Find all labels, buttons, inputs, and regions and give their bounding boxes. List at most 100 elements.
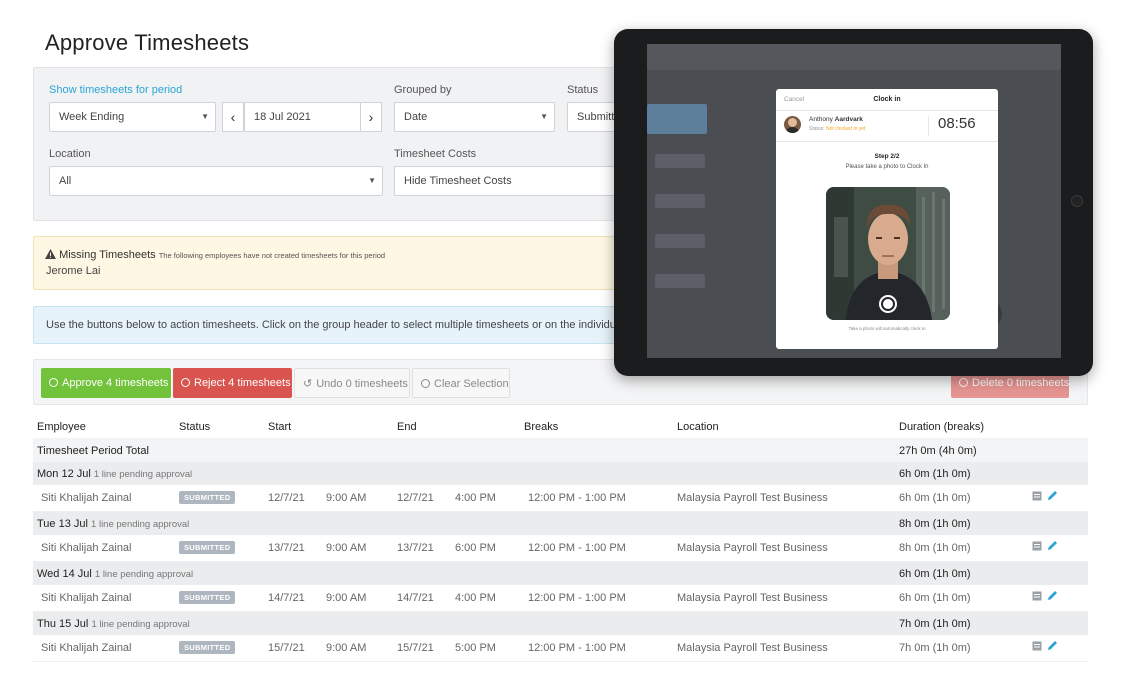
row-employee: Siti Khalijah Zainal [41,592,132,604]
modal-title: Clock in [873,96,901,103]
undo-button[interactable]: ↺ Undo 0 timesheets [294,368,410,398]
clear-label: Clear Selection [434,378,509,390]
time-divider [928,116,929,136]
note-icon[interactable] [1032,491,1042,504]
user-status-value: Not clocked in yet [825,126,866,132]
chevron-down-icon: ▼ [540,112,548,121]
clock-in-modal: Cancel Clock in Anthony Aardvark Status:… [776,89,998,349]
modal-divider [776,110,998,111]
col-location[interactable]: Location [677,421,719,433]
group-header-row[interactable]: Mon 12 Jul 1 line pending approval 6h 0m… [33,462,1088,485]
grouped-select[interactable]: Date ▼ [394,102,555,132]
group-duration: 6h 0m (1h 0m) [899,568,971,580]
row-end-time: 6:00 PM [455,542,496,554]
period-select[interactable]: Week Ending ▼ [49,102,216,132]
costs-label: Timesheet Costs [394,148,477,160]
modal-divider [776,141,998,142]
col-duration[interactable]: Duration (breaks) [899,421,984,433]
prev-period-button[interactable]: ‹ [222,102,244,132]
pencil-icon[interactable] [1047,490,1058,504]
warning-icon [45,249,56,262]
group-date: Tue 13 Jul [37,518,88,530]
row-end-date: 15/7/21 [397,642,434,654]
pencil-icon[interactable] [1047,640,1058,654]
group-pending: 1 line pending approval [93,469,193,480]
col-start[interactable]: Start [268,421,291,433]
undo-label: Undo 0 timesheets [316,378,408,390]
row-start-date: 13/7/21 [268,542,305,554]
table-row[interactable]: Siti Khalijah Zainal SUBMITTED 14/7/21 9… [33,585,1088,612]
group-header-row[interactable]: Tue 13 Jul 1 line pending approval 8h 0m… [33,512,1088,535]
row-breaks: 12:00 PM - 1:00 PM [528,592,626,604]
note-icon[interactable] [1032,591,1042,604]
clear-selection-button[interactable]: Clear Selection [412,368,510,398]
location-select-value: All [59,175,72,187]
col-employee[interactable]: Employee [37,421,86,433]
group-header-row[interactable]: Wed 14 Jul 1 line pending approval 6h 0m… [33,562,1088,585]
table-row[interactable]: Siti Khalijah Zainal SUBMITTED 15/7/21 9… [33,635,1088,662]
row-breaks: 12:00 PM - 1:00 PM [528,492,626,504]
group-duration: 8h 0m (1h 0m) [899,518,971,530]
date-input[interactable]: 18 Jul 2021 [244,102,361,132]
table-row[interactable]: Siti Khalijah Zainal SUBMITTED 12/7/21 9… [33,485,1088,512]
approve-button[interactable]: Approve 4 timesheets [41,368,171,398]
step-instruction: Please take a photo to Clock In [845,164,929,170]
blurred-item [655,194,705,208]
tablet-screen: Cancel Clock in Anthony Aardvark Status:… [647,44,1061,358]
row-end-date: 13/7/21 [397,542,434,554]
row-start-time: 9:00 AM [326,592,367,604]
tablet-device: Cancel Clock in Anthony Aardvark Status:… [614,29,1093,376]
blurred-item [655,234,705,248]
row-duration: 7h 0m (1h 0m) [899,642,971,654]
blurred-item [647,104,707,134]
next-period-button[interactable]: › [360,102,382,132]
grouped-select-value: Date [404,111,428,123]
row-breaks: 12:00 PM - 1:00 PM [528,542,626,554]
location-select[interactable]: All ▼ [49,166,383,196]
row-employee: Siti Khalijah Zainal [41,542,132,554]
note-icon[interactable] [1032,641,1042,654]
missing-desc: The following employees have not created… [158,251,386,260]
row-end-date: 12/7/21 [397,492,434,504]
undo-icon: ↺ [303,378,313,390]
table-row[interactable]: Siti Khalijah Zainal SUBMITTED 13/7/21 9… [33,535,1088,562]
ban-icon [421,379,430,388]
status-badge: SUBMITTED [179,541,236,554]
row-location: Malaysia Payroll Test Business [677,642,828,654]
pencil-icon[interactable] [1047,590,1058,604]
reject-button[interactable]: Reject 4 timesheets [173,368,292,398]
row-breaks: 12:00 PM - 1:00 PM [528,642,626,654]
period-select-value: Week Ending [59,111,125,123]
grouped-label: Grouped by [394,84,452,96]
row-duration: 6h 0m (1h 0m) [899,592,971,604]
group-date: Thu 15 Jul [37,618,89,630]
location-label: Location [49,148,91,160]
shutter-icon[interactable] [879,295,897,313]
status-badge: SUBMITTED [179,591,236,604]
col-end[interactable]: End [397,421,417,433]
status-label: Status [567,84,599,96]
note-icon[interactable] [1032,541,1042,554]
period-total-row: Timesheet Period Total 27h 0m (4h 0m) [33,438,1088,462]
group-pending: 1 line pending approval [91,519,190,530]
col-breaks[interactable]: Breaks [524,421,558,433]
avatar [784,116,801,133]
row-end-time: 5:00 PM [455,642,496,654]
clock-time: 08:56 [938,115,976,132]
period-label[interactable]: Show timesheets for period [49,84,182,96]
row-duration: 6h 0m (1h 0m) [899,492,971,504]
status-badge: SUBMITTED [179,641,236,654]
group-header-row[interactable]: Thu 15 Jul 1 line pending approval 7h 0m… [33,612,1088,635]
row-start-date: 15/7/21 [268,642,305,654]
reject-label: Reject 4 timesheets [194,377,291,389]
chevron-down-icon: ▼ [368,176,376,185]
blurred-item [655,154,705,168]
home-button [1071,195,1083,207]
group-duration: 7h 0m (1h 0m) [899,618,971,630]
col-status[interactable]: Status [179,421,210,433]
costs-select-value: Hide Timesheet Costs [404,175,512,187]
row-start-date: 14/7/21 [268,592,305,604]
row-location: Malaysia Payroll Test Business [677,492,828,504]
pencil-icon[interactable] [1047,540,1058,554]
page-title: Approve Timesheets [45,30,250,55]
